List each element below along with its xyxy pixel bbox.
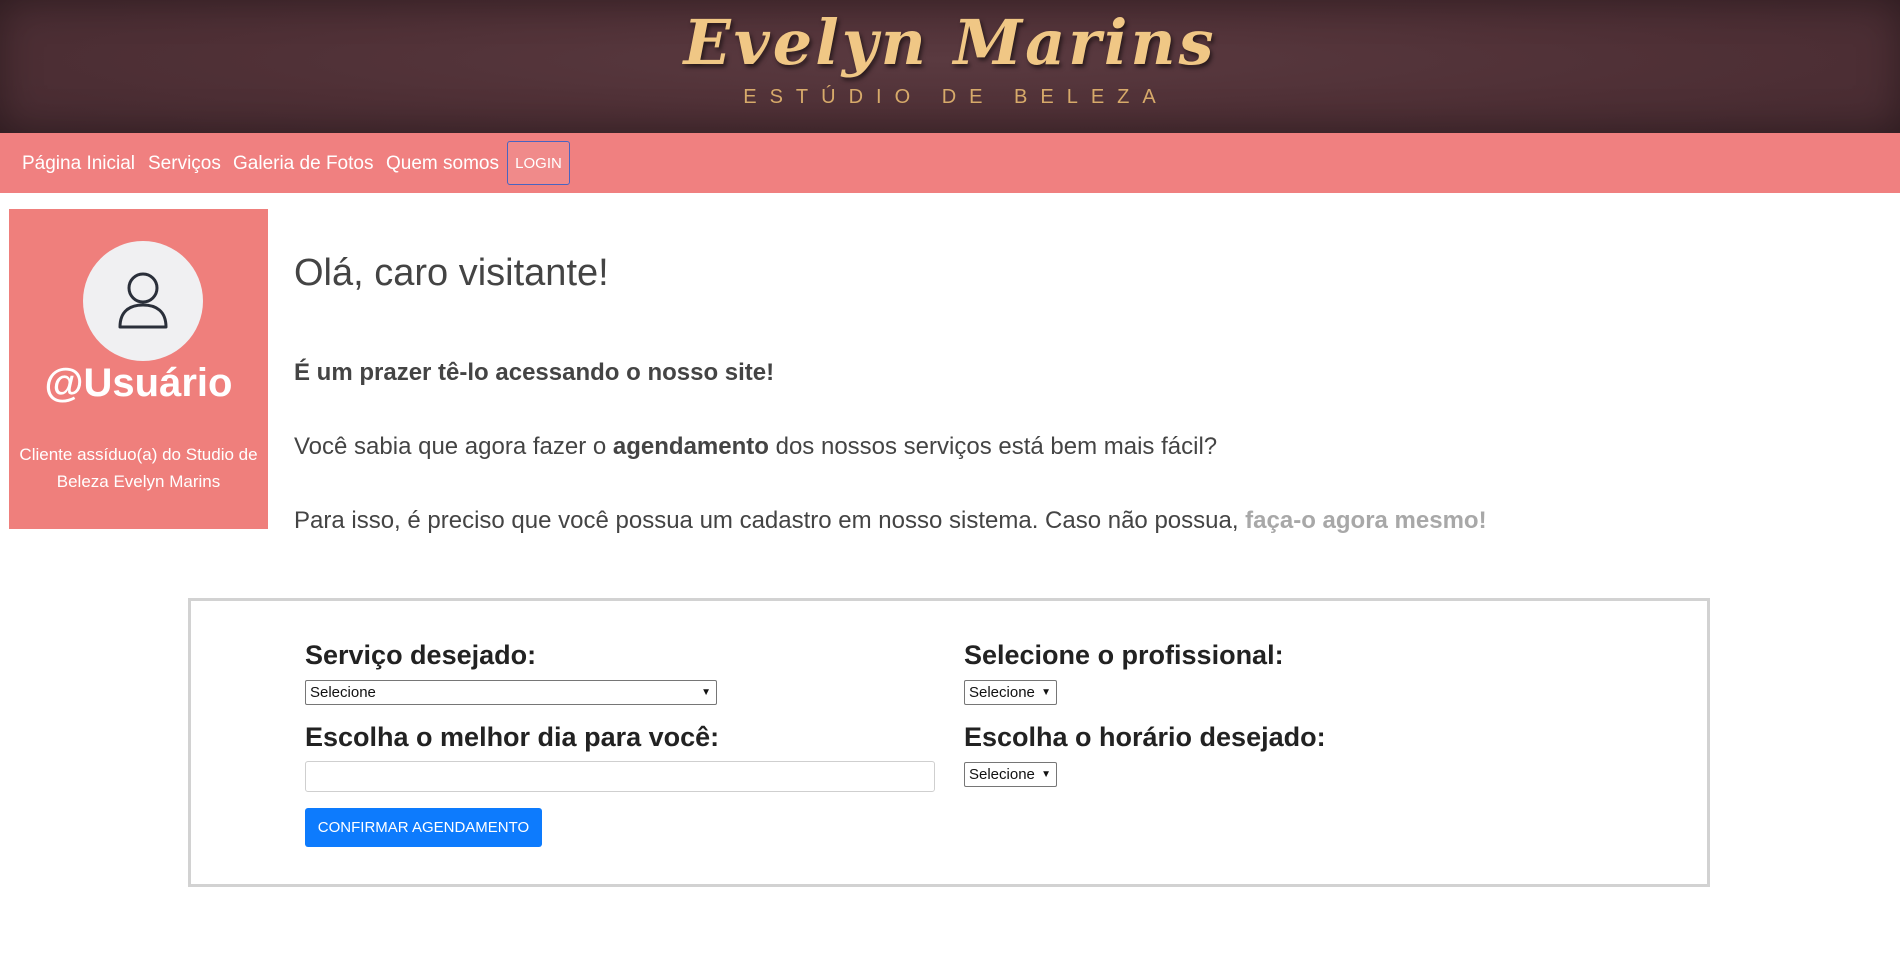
signup-info-text: Para isso, é preciso que você possua um … [294,507,1239,534]
user-description-line1: Cliente assíduo(a) do Studio de [19,445,258,464]
scheduling-info-bold: agendamento [612,433,769,460]
nav-item-galeria[interactable]: Galeria de Fotos [233,153,373,175]
professional-select-value: Selecione [969,684,1035,701]
login-button[interactable]: LOGIN [507,141,570,185]
professional-label: Selecione o profissional: [964,640,1284,670]
user-description: Cliente assíduo(a) do Studio de Beleza E… [9,441,268,495]
username: @Usuário [44,361,233,405]
profile-card: @Usuário Cliente assíduo(a) do Studio de… [9,209,268,529]
user-icon [118,272,168,329]
time-select-value: Selecione [969,766,1035,783]
logo-subtitle: ESTÚDIO DE BELEZA [743,86,1169,108]
professional-select[interactable]: Selecione ▼ [964,680,1057,705]
scheduling-info-after: dos nossos serviços está bem mais fácil? [775,433,1218,460]
chevron-down-icon: ▼ [1041,769,1051,780]
chevron-down-icon: ▼ [701,687,711,698]
signup-link[interactable]: faça-o agora mesmo! [1245,507,1486,534]
greeting-heading: Olá, caro visitante! [294,252,609,294]
service-label: Serviço desejado: [305,640,537,670]
avatar [83,241,203,361]
confirm-booking-button[interactable]: CONFIRMAR AGENDAMENTO [305,808,542,847]
signup-info: Para isso, é preciso que você possua um … [294,507,1487,535]
service-select-value: Selecione [310,684,376,701]
welcome-text: É um prazer tê-lo acessando o nosso site… [294,359,775,386]
scheduling-info: Você sabia que agora fazer o agendamento… [294,433,1217,461]
time-select[interactable]: Selecione ▼ [964,762,1057,787]
chevron-down-icon: ▼ [1041,687,1051,698]
header-banner: Evelyn Marins ESTÚDIO DE BELEZA [0,0,1900,133]
service-select[interactable]: Selecione ▼ [305,680,717,705]
date-label: Escolha o melhor dia para você: [305,722,720,752]
scheduling-info-before: Você sabia que agora fazer o [294,433,607,460]
nav-item-pagina-inicial[interactable]: Página Inicial [22,153,135,175]
user-description-line2: Beleza Evelyn Marins [56,472,221,491]
nav-item-quem-somos[interactable]: Quem somos [386,153,499,175]
date-input[interactable] [305,761,935,792]
nav-item-servicos[interactable]: Serviços [148,153,221,175]
time-label: Escolha o horário desejado: [964,722,1326,752]
logo-name: Evelyn Marins [683,6,1217,79]
